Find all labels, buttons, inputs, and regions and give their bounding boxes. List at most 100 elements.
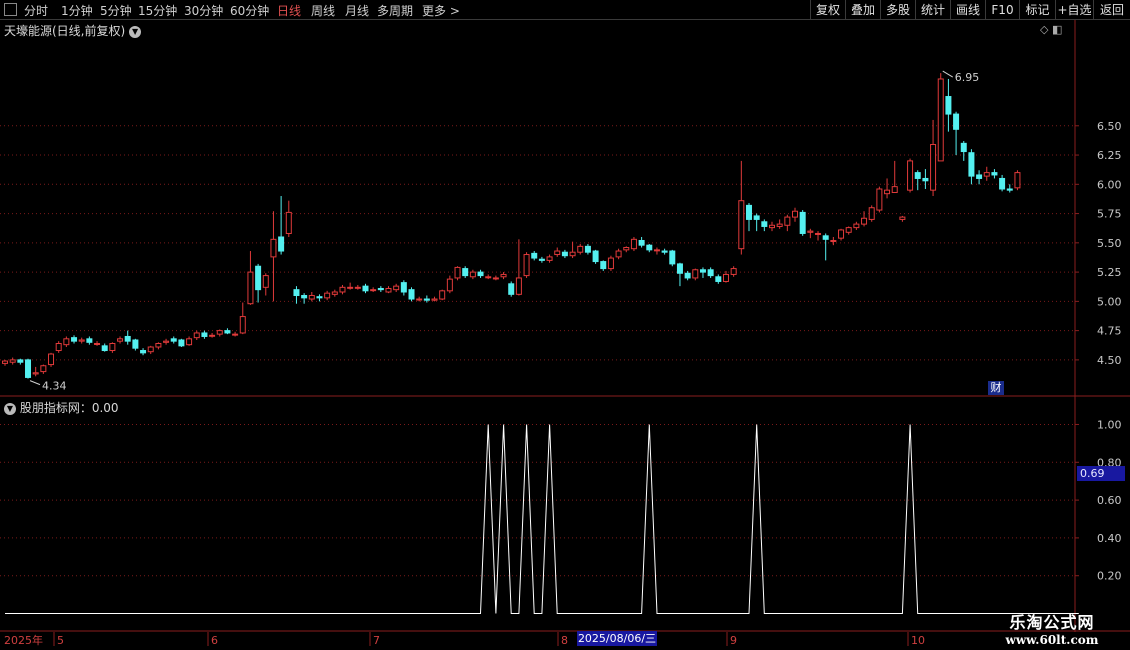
finance-badge[interactable]: 财 xyxy=(988,381,1004,395)
candle-body-up xyxy=(270,238,277,258)
price-tick-label: 6.25 xyxy=(1097,149,1122,162)
candle-body-up xyxy=(500,273,507,278)
candle-body-up xyxy=(577,245,584,253)
candle-body-down xyxy=(477,271,484,277)
candle-body-down xyxy=(508,283,515,295)
candle-body-down xyxy=(224,330,231,334)
price-tick-label: 5.00 xyxy=(1097,295,1122,308)
candle-body-down xyxy=(661,250,668,253)
candle-body-down xyxy=(669,250,676,265)
candle-body-up xyxy=(930,144,937,191)
candle-body-down xyxy=(745,204,752,220)
chevron-down-icon[interactable]: ▼ xyxy=(129,25,142,38)
candle-body-down xyxy=(914,172,921,179)
button-add-watchlist[interactable]: +自选 xyxy=(1055,0,1093,20)
candle-body-up xyxy=(738,200,745,250)
button-statistics[interactable]: 统计 xyxy=(915,0,950,20)
tab-period-2[interactable]: 5分钟 xyxy=(100,2,132,19)
candle-body-up xyxy=(937,78,944,162)
chart-window: 分时 1分钟 5分钟 15分钟 30分钟 60分钟 日线 周线 月线 多周期 更… xyxy=(0,0,1130,650)
tab-period-7[interactable]: 周线 xyxy=(311,2,335,19)
candle-body-down xyxy=(600,261,607,270)
candle-body-up xyxy=(615,250,622,258)
candle-body-down xyxy=(293,289,300,297)
candle-body-up xyxy=(884,189,891,195)
candle-body-down xyxy=(953,113,960,130)
x-axis-month-label: 7 xyxy=(373,634,380,647)
candle-body-down xyxy=(423,298,430,301)
tab-period-8[interactable]: 月线 xyxy=(345,2,369,19)
chart-canvas[interactable]: 6.50 6.25 6.00 5.75 5.50 5.25 5.00 4.75 4.50 1.00… xyxy=(0,20,1130,650)
candle-body-down xyxy=(255,265,262,291)
tab-period-4[interactable]: 30分钟 xyxy=(184,2,223,19)
price-tick-label: 5.25 xyxy=(1097,266,1122,279)
tab-period-5[interactable]: 60分钟 xyxy=(230,2,269,19)
menu-square-icon[interactable] xyxy=(4,3,17,16)
indicator-line xyxy=(5,424,1079,614)
x-axis-month-label: 5 xyxy=(57,634,64,647)
button-back[interactable]: 返回 xyxy=(1093,0,1130,20)
watermark-title: 乐淘公式网 xyxy=(1009,613,1095,632)
button-fuquan[interactable]: 复权 xyxy=(810,0,845,20)
candle-body-up xyxy=(569,251,576,257)
high-arrow xyxy=(942,70,953,78)
candle-body-up xyxy=(209,334,216,337)
button-draw-line[interactable]: 画线 xyxy=(950,0,985,20)
button-f10[interactable]: F10 xyxy=(985,0,1019,20)
tab-period-daily[interactable]: 日线 xyxy=(277,2,301,19)
stock-title[interactable]: 天壕能源(日线,前复权) xyxy=(4,24,125,38)
candle-body-up xyxy=(385,287,392,293)
tab-period-1[interactable]: 1分钟 xyxy=(61,2,93,19)
button-overlay[interactable]: 叠加 xyxy=(845,0,880,20)
indicator-title[interactable]: 股朋指标网：0.00 xyxy=(20,401,119,415)
candle-body-up xyxy=(2,360,8,364)
candle-body-up xyxy=(485,276,492,279)
candle-body-up xyxy=(339,286,346,293)
candle-body-up xyxy=(845,227,852,233)
candle-body-up xyxy=(232,333,239,336)
chevron-down-icon[interactable]: ▼ xyxy=(4,402,16,415)
tab-more[interactable]: 更多 > xyxy=(422,2,460,19)
candle-body-up xyxy=(193,332,200,339)
candle-body-up xyxy=(40,365,47,373)
candle-body-up xyxy=(48,353,55,366)
candle-body-up xyxy=(730,268,737,275)
period-toolbar: 分时 1分钟 5分钟 15分钟 30分钟 60分钟 日线 周线 月线 多周期 更… xyxy=(0,0,1130,20)
tick-labels: 6.50 6.25 6.00 5.75 5.50 5.25 5.00 4.75 4.50 1.00… xyxy=(4,70,1122,647)
candle-body-down xyxy=(1006,188,1013,191)
candle-body-up xyxy=(469,271,476,278)
tab-period-3[interactable]: 15分钟 xyxy=(138,2,177,19)
button-multi-stock[interactable]: 多股 xyxy=(880,0,915,20)
watermark-url: www.60lt.com xyxy=(1005,633,1099,647)
candle-body-down xyxy=(822,235,829,240)
candle-body-up xyxy=(370,289,377,292)
candle-body-up xyxy=(792,210,799,218)
diamond-icon[interactable]: ◇ xyxy=(1040,23,1048,36)
candle-body-up xyxy=(630,238,637,250)
low-arrow xyxy=(29,380,41,386)
candle-body-up xyxy=(853,223,860,229)
candle-body-up xyxy=(769,224,775,229)
candle-body-up xyxy=(861,217,868,225)
indicator-series xyxy=(5,424,1079,614)
candle-body-down xyxy=(646,244,653,251)
layout-icon[interactable]: ◧ xyxy=(1052,23,1062,36)
candle-body-up xyxy=(815,232,822,235)
candle-body-up xyxy=(807,230,814,233)
tab-period-0[interactable]: 分时 xyxy=(24,2,48,19)
candle-body-up xyxy=(308,295,315,300)
candle-body-up xyxy=(1014,172,1021,189)
candle-body-up xyxy=(147,346,154,353)
price-tick-label: 6.50 xyxy=(1097,120,1122,133)
candle-body-up xyxy=(431,298,438,301)
x-axis-month-label: 8 xyxy=(561,634,568,647)
price-tick-label: 5.75 xyxy=(1097,208,1122,221)
candle-body-down xyxy=(707,269,714,277)
tab-period-9[interactable]: 多周期 xyxy=(377,2,413,19)
candle-body-up xyxy=(324,292,331,299)
price-tick-label: 6.00 xyxy=(1097,178,1122,191)
candle-body-up xyxy=(776,223,783,227)
candle-body-down xyxy=(25,359,32,378)
candle-body-down xyxy=(999,177,1006,190)
button-mark[interactable]: 标记 xyxy=(1019,0,1055,20)
